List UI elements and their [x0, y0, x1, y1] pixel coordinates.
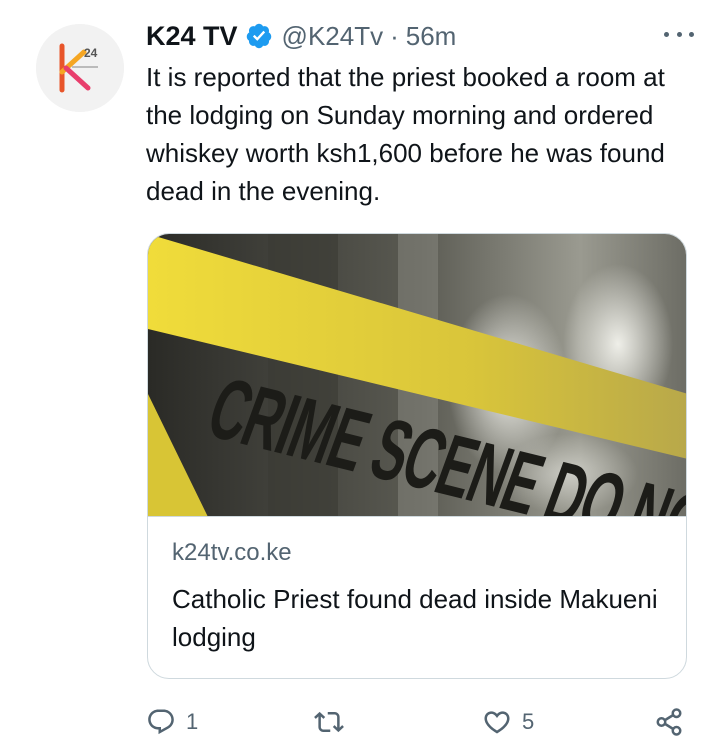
- svg-text:24: 24: [84, 46, 98, 60]
- verified-badge-icon: [246, 23, 271, 49]
- separator: ·: [390, 20, 399, 51]
- card-domain: k24tv.co.ke: [172, 539, 292, 566]
- retweet-button[interactable]: [314, 700, 354, 744]
- card-title: Catholic Priest found dead inside Makuen…: [172, 584, 658, 652]
- share-icon: [656, 708, 682, 736]
- reply-count: 1: [186, 709, 199, 734]
- like-icon: [484, 711, 510, 734]
- reply-button[interactable]: 1: [146, 700, 198, 744]
- avatar[interactable]: 24: [36, 24, 124, 112]
- like-button[interactable]: 5: [482, 700, 534, 744]
- reply-icon: [148, 709, 174, 735]
- retweet-icon: [314, 711, 344, 733]
- handle[interactable]: @K24Tv: [282, 21, 384, 52]
- link-card[interactable]: CRIME SCENE DO NOT CROSS k24tv.co.ke Cat…: [147, 233, 687, 679]
- tweet-header: K24 TV @K24Tv · 56m: [146, 18, 700, 54]
- more-options-icon[interactable]: [664, 24, 694, 44]
- tweet-text: It is reported that the priest booked a …: [146, 62, 665, 206]
- crime-scene-tape-image: CRIME SCENE DO NOT CROSS: [148, 234, 686, 516]
- share-button[interactable]: [654, 700, 684, 744]
- action-bar: 1 5: [146, 700, 706, 744]
- like-count: 5: [522, 709, 535, 734]
- display-name[interactable]: K24 TV: [146, 21, 238, 52]
- timestamp[interactable]: 56m: [406, 21, 457, 52]
- k24-logo: 24: [36, 24, 124, 112]
- card-image[interactable]: CRIME SCENE DO NOT CROSS: [148, 234, 686, 517]
